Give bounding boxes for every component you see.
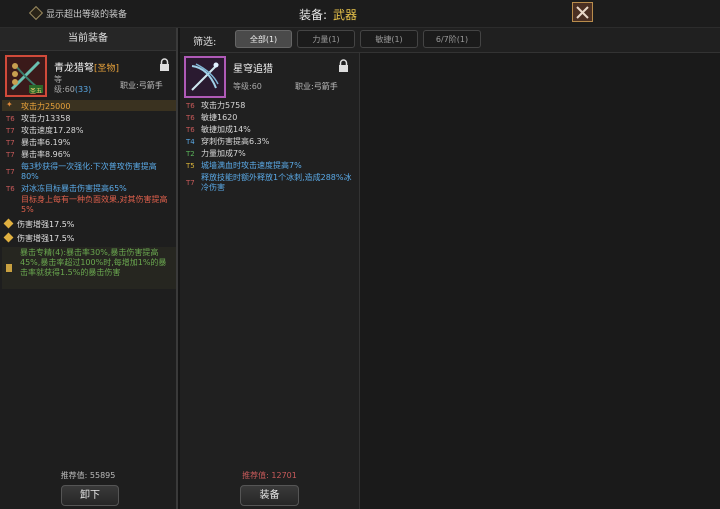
current-equipment-panel: 当前装备 圣五 青龙猎弩[圣物] 等 级:60(33) 职业:弓箭手 ✦ 攻击力… xyxy=(0,28,178,509)
stat-tier: T6 xyxy=(6,115,15,123)
stat-text: 敏捷1620 xyxy=(201,113,238,122)
base-attack-value: 攻击力25000 xyxy=(21,102,71,111)
show-over-level-label[interactable]: 显示超出等级的装备 xyxy=(46,7,127,20)
stat-text: 暴击率6.19% xyxy=(21,138,71,147)
recommend-value: 12701 xyxy=(271,471,297,480)
stat-text: 攻击力13358 xyxy=(21,114,71,123)
equip-category-title: 装备: 武器 xyxy=(299,6,357,23)
equip-category: 武器 xyxy=(333,8,358,22)
attack-icon: ✦ xyxy=(6,100,13,109)
tab-agility[interactable]: 敏捷(1) xyxy=(360,30,418,48)
set-bonus-box: 暴击专精(4):暴击率30%,暴击伤害提高45%,暴击率超过100%时,每增加1… xyxy=(2,247,176,289)
set-bonus-text: 暴击专精(4):暴击率30%,暴击伤害提高45%,暴击率超过100%时,每增加1… xyxy=(20,248,167,277)
stat-tier: T6 xyxy=(186,114,195,122)
candidate-recommend: 推荐值: 12701 xyxy=(180,470,359,481)
stat-text: 暴击率8.96% xyxy=(21,150,71,159)
current-item-level: 级:60(33) xyxy=(54,84,91,95)
current-equipment-header: 当前装备 xyxy=(0,28,176,51)
unequip-button[interactable]: 卸下 xyxy=(61,485,119,506)
recommend-label: 推荐值: xyxy=(242,471,269,480)
damage-boost-row: 伤害增强17.5% xyxy=(2,218,176,230)
tab-all[interactable]: 全部(1) xyxy=(235,30,292,48)
damage-boost-row: 伤害增强17.5% xyxy=(2,232,176,244)
base-attack-row: ✦ 攻击力25000 xyxy=(2,100,176,111)
stat-tier: T6 xyxy=(6,185,15,193)
stat-text: 攻击速度17.28% xyxy=(21,126,84,135)
candidate-item-name: 星穹追猎 xyxy=(233,64,273,75)
current-item-level-extra: (33) xyxy=(74,85,92,94)
stat-tier: T7 xyxy=(186,179,195,187)
filter-label: 筛选: xyxy=(193,37,217,48)
close-button[interactable] xyxy=(572,2,593,22)
candidate-item-level: 等级:60 xyxy=(233,82,262,91)
item-quality-badge: 圣五 xyxy=(30,88,43,95)
damage-boost-text: 伤害增强17.5% xyxy=(17,234,75,243)
current-item-job: 职业:弓箭手 xyxy=(120,81,163,90)
stat-tier: T7 xyxy=(6,127,15,135)
recommend-label: 推荐值: xyxy=(60,471,88,480)
stat-text: 释放技能时额外释放1个冰刺,造成288%冰冷伤害 xyxy=(201,173,352,192)
current-recommend: 推荐值: 55895 xyxy=(0,470,176,481)
stat-tier: T7 xyxy=(6,139,15,147)
candidate-column: 星穹追猎 等级:60 职业:弓箭手 T6 攻击力5758 T6 敏捷1620 T6 敏… xyxy=(180,53,360,509)
stat-text: 敏捷加成14% xyxy=(201,125,251,134)
current-item-card[interactable]: 圣五 青龙猎弩[圣物] 等 级:60(33) 职业:弓箭手 xyxy=(2,53,176,103)
current-item-name: 青龙猎弩[圣物] xyxy=(54,59,119,74)
stat-text: 对冰冻目标暴击伤害提高65% xyxy=(21,184,127,193)
recommend-value: 55895 xyxy=(89,471,116,480)
stat-text: 目标身上每有一种负面效果,对其伤害提高5% xyxy=(21,195,168,214)
stat-tier: T5 xyxy=(186,162,195,170)
stat-text: 每3秒获得一次强化:下次普攻伤害提高80% xyxy=(21,162,157,181)
lock-icon[interactable] xyxy=(338,59,349,72)
show-over-level-checkbox[interactable] xyxy=(28,5,44,21)
current-item-title: 青龙猎弩 xyxy=(54,63,94,74)
stat-tier: T6 xyxy=(186,102,195,110)
stat-tier: T7 xyxy=(6,168,15,176)
equip-prefix: 装备: xyxy=(299,8,328,22)
current-item-quality: [圣物] xyxy=(94,64,120,74)
set-icon xyxy=(6,264,12,272)
candidate-equipment-panel: 筛选: 全部(1) 力量(1) 敏捷(1) 6/7阶(1) 星穹追猎 等级:60… xyxy=(180,28,720,509)
candidate-item-job: 职业:弓箭手 xyxy=(295,82,338,91)
tab-tier[interactable]: 6/7阶(1) xyxy=(423,30,481,48)
stat-text: 攻击力5758 xyxy=(201,101,246,110)
crossbow-icon: 圣五 xyxy=(5,55,47,97)
stat-tier: T6 xyxy=(186,126,195,134)
bow-icon xyxy=(184,56,226,98)
gem-icon xyxy=(3,218,14,229)
stat-text: 穿刺伤害提高6.3% xyxy=(201,137,270,146)
tab-strength[interactable]: 力量(1) xyxy=(297,30,355,48)
damage-boost-text: 伤害增强17.5% xyxy=(17,220,75,229)
lock-icon[interactable] xyxy=(159,58,170,71)
close-icon xyxy=(576,5,589,19)
stat-text: 力量加成7% xyxy=(201,149,246,158)
stat-tier: T4 xyxy=(186,138,195,146)
candidate-item-card[interactable]: 星穹追猎 等级:60 职业:弓箭手 xyxy=(181,54,355,104)
top-bar: 显示超出等级的装备 装备: 武器 xyxy=(0,0,720,28)
equip-button[interactable]: 装备 xyxy=(240,485,299,506)
gem-icon xyxy=(3,232,14,243)
current-item-level-value: 级:60 xyxy=(54,85,75,94)
filter-bar: 筛选: 全部(1) 力量(1) 敏捷(1) 6/7阶(1) xyxy=(180,28,720,53)
stat-text: 城墙满血时攻击速度提高7% xyxy=(201,161,302,170)
stat-tier: T7 xyxy=(6,151,15,159)
stat-tier: T2 xyxy=(186,150,195,158)
